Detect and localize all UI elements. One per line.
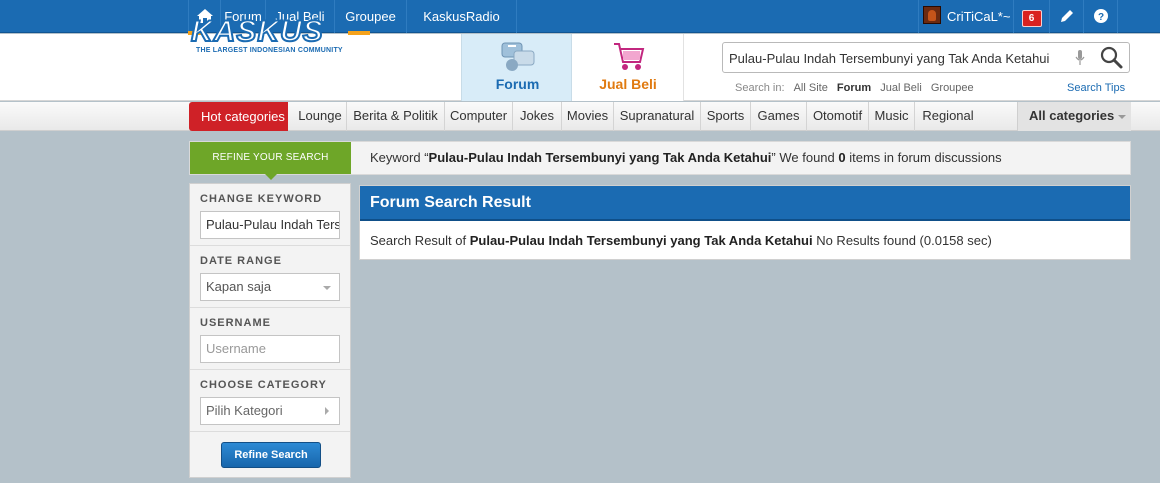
results-message: Search Result of Pulau-Pulau Indah Terse…: [370, 233, 992, 248]
chevron-down-icon: [1118, 114, 1127, 119]
search-icon[interactable]: [1099, 46, 1125, 70]
date-range-value: Kapan saja: [206, 279, 272, 294]
top-link-kaskusradio[interactable]: KaskusRadio: [407, 0, 517, 33]
forum-search-results: Forum Search Result Search Result of Pul…: [359, 185, 1131, 260]
choose-category-title: CHOOSE CATEGORY: [200, 379, 327, 391]
forum-chat-icon: [501, 42, 535, 71]
results-suffix: No Results found (0.0158 sec): [812, 233, 992, 248]
username-label: CriTiCaL*~: [947, 9, 1011, 24]
date-range-title: DATE RANGE: [200, 255, 282, 267]
search-scope-forum[interactable]: Forum: [837, 82, 871, 94]
logo-text: KASKUS: [190, 14, 324, 49]
shopping-cart-icon: [614, 43, 645, 70]
search-input[interactable]: [729, 48, 1069, 68]
category-sports[interactable]: Sports: [701, 102, 751, 131]
notification-badge: 6: [1021, 10, 1042, 27]
results-prefix: Search Result of: [370, 233, 470, 248]
keyword-summary-suffix: items in forum discussions: [845, 150, 1002, 165]
username-title: USERNAME: [200, 317, 271, 329]
keyword-summary-mid: ” We found: [771, 150, 839, 165]
keyword-summary-prefix: Keyword “: [370, 150, 429, 165]
hot-categories-tab[interactable]: Hot categories: [189, 102, 288, 131]
nav-tab-jual-beli[interactable]: Jual Beli: [572, 34, 684, 101]
chevron-down-icon: [323, 286, 331, 290]
results-title: Forum Search Result: [360, 186, 1130, 221]
refine-your-search-tab[interactable]: REFINE YOUR SEARCH: [190, 142, 351, 180]
top-navigation-bar: Forum Jual Beli Groupee KaskusRadio CriT…: [0, 0, 1160, 33]
category-computer[interactable]: Computer: [445, 102, 513, 131]
refine-strip: REFINE YOUR SEARCH Keyword “Pulau-Pulau …: [189, 141, 1131, 180]
search-scope-all-site[interactable]: All Site: [794, 82, 828, 94]
help-button[interactable]: ?: [1084, 0, 1118, 33]
category-movies[interactable]: Movies: [562, 102, 614, 131]
category-games[interactable]: Games: [751, 102, 807, 131]
svg-text:?: ?: [1097, 12, 1103, 23]
avatar: [923, 6, 941, 24]
change-keyword-section: CHANGE KEYWORD Pulau-Pulau Indah Tersemb…: [190, 184, 350, 246]
category-select[interactable]: Pilih Kategori: [200, 397, 340, 425]
search-scope-jual-beli[interactable]: Jual Beli: [880, 82, 922, 94]
nav-tab-jual-beli-label: Jual Beli: [599, 76, 657, 92]
change-keyword-title: CHANGE KEYWORD: [200, 193, 323, 205]
category-lounge[interactable]: Lounge: [294, 102, 347, 131]
nav-tab-forum[interactable]: Forum: [461, 34, 572, 101]
username-input[interactable]: Username: [200, 335, 340, 363]
category-berita-politik[interactable]: Berita & Politik: [347, 102, 445, 131]
keyword-summary-keyword: Pulau-Pulau Indah Tersembunyi yang Tak A…: [428, 150, 772, 165]
pencil-icon: [1060, 10, 1073, 22]
logo-tagline: THE LARGEST INDONESIAN COMMUNITY: [196, 47, 343, 54]
category-section: CHOOSE CATEGORY Pilih Kategori: [190, 370, 350, 432]
kaskus-logo[interactable]: KASKUS THE LARGEST INDONESIAN COMMUNITY: [188, 14, 373, 57]
refine-search-button[interactable]: Refine Search: [221, 442, 321, 468]
category-otomotif[interactable]: Otomotif: [807, 102, 869, 131]
keyword-summary: Keyword “Pulau-Pulau Indah Tersembunyi y…: [370, 142, 1002, 174]
keyword-summary-count: 0: [838, 150, 846, 165]
all-categories-label: All categories: [1029, 108, 1115, 123]
user-menu[interactable]: CriTiCaL*~: [918, 0, 1014, 33]
nav-tab-forum-label: Forum: [495, 76, 540, 92]
logo-dash-right: [348, 31, 370, 35]
search-in-label: Search in:: [735, 82, 785, 94]
results-keyword: Pulau-Pulau Indah Tersembunyi yang Tak A…: [469, 233, 813, 248]
category-regional[interactable]: Regional: [915, 102, 981, 131]
date-range-section: DATE RANGE Kapan saja: [190, 246, 350, 308]
category-jokes[interactable]: Jokes: [513, 102, 562, 131]
chevron-right-icon: [325, 407, 329, 415]
search-tips-link[interactable]: Search Tips: [1067, 82, 1125, 94]
search-scope-groupee[interactable]: Groupee: [931, 82, 974, 94]
category-music[interactable]: Music: [869, 102, 915, 131]
username-section: USERNAME Username: [190, 308, 350, 370]
search-box: [722, 42, 1130, 73]
all-categories-dropdown[interactable]: All categories: [1017, 102, 1131, 131]
help-icon: ?: [1093, 9, 1108, 23]
search-scope-bar: Search in: All Site Forum Jual Beli Grou…: [735, 82, 974, 94]
category-select-value: Pilih Kategori: [206, 403, 283, 418]
date-range-select[interactable]: Kapan saja: [200, 273, 340, 301]
notifications-button[interactable]: 6: [1014, 0, 1050, 33]
microphone-icon[interactable]: [1075, 50, 1085, 66]
keyword-input[interactable]: Pulau-Pulau Indah Tersembunyi yang Tak A…: [200, 211, 340, 239]
category-supranatural[interactable]: Supranatural: [614, 102, 701, 131]
refine-sidebar: CHANGE KEYWORD Pulau-Pulau Indah Tersemb…: [189, 183, 351, 478]
create-thread-button[interactable]: [1050, 0, 1084, 33]
